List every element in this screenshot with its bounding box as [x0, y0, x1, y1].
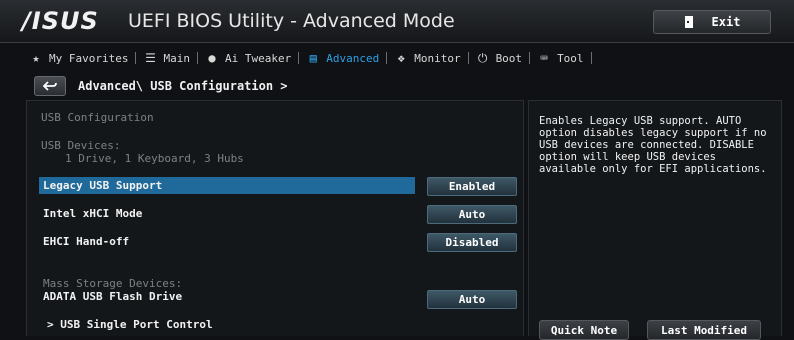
menu-list-icon: ☰ [145, 51, 156, 65]
mass-storage-label: Mass Storage Devices: [43, 277, 183, 290]
exit-button[interactable]: Exit [653, 10, 771, 34]
usb-devices-label: USB Devices: [41, 139, 121, 152]
tab-tool[interactable]: ⌨ Tool [530, 51, 591, 65]
tweaker-icon: ● [208, 51, 216, 65]
adata-flash-drive-value[interactable]: Auto [427, 290, 517, 309]
back-arrow-icon [43, 81, 57, 91]
power-icon: ⏻ [477, 50, 488, 65]
nav-divider [590, 52, 592, 64]
back-button[interactable] [34, 76, 66, 96]
breadcrumb: Advanced\ USB Configuration > [34, 76, 288, 96]
tab-main[interactable]: ☰ Main [136, 51, 197, 65]
exit-icon [684, 16, 693, 28]
exit-label: Exit [711, 15, 741, 29]
usb-devices-value: 1 Drive, 1 Keyboard, 3 Hubs [65, 152, 244, 165]
tab-advanced[interactable]: ▤ Advanced [299, 51, 386, 65]
option-label-adata-flash-drive[interactable]: ADATA USB Flash Drive [43, 290, 182, 303]
help-text: Enables Legacy USB support. AUTO option … [539, 115, 767, 175]
option-label-xhci-mode[interactable]: Intel xHCI Mode [43, 207, 142, 220]
legacy-usb-support-value[interactable]: Enabled [427, 177, 517, 196]
star-icon: ★ [32, 51, 40, 65]
nav-bar: ★ My Favorites ☰ Main ● Ai Tweaker ▤ Adv… [22, 44, 772, 72]
option-label-ehci-hand-off[interactable]: EHCI Hand-off [43, 235, 129, 248]
settings-panel: USB Configuration USB Devices: 1 Drive, … [26, 100, 524, 336]
title-bar: /ISUS UEFI BIOS Utility - Advanced Mode … [0, 0, 794, 43]
tab-boot[interactable]: ⏻ Boot [469, 50, 530, 65]
monitor-icon: ❖ [397, 51, 405, 65]
tab-my-favorites[interactable]: ★ My Favorites [22, 51, 135, 65]
tab-label: My Favorites [49, 51, 129, 65]
tab-label: Boot [495, 51, 523, 65]
ehci-hand-off-value[interactable]: Disabled [427, 233, 517, 252]
tab-label: Tool [557, 51, 584, 65]
usb-single-port-control-submenu[interactable]: > USB Single Port Control [47, 318, 213, 331]
tab-monitor[interactable]: ❖ Monitor [387, 51, 467, 65]
tab-label: Main [163, 51, 190, 65]
option-label-legacy-usb[interactable]: Legacy USB Support [43, 179, 162, 192]
quick-note-button[interactable]: Quick Note [539, 320, 629, 340]
section-title: USB Configuration [41, 111, 154, 124]
window-title: UEFI BIOS Utility - Advanced Mode [128, 10, 455, 32]
tab-label: Ai Tweaker [224, 51, 292, 65]
breadcrumb-path: Advanced\ USB Configuration > [78, 79, 288, 93]
tab-ai-tweaker[interactable]: ● Ai Tweaker [198, 51, 298, 65]
tab-label: Monitor [414, 51, 461, 65]
asus-logo: /ISUS [22, 7, 99, 35]
advanced-icon: ▤ [309, 51, 317, 65]
last-modified-button[interactable]: Last Modified [647, 320, 761, 340]
xhci-mode-value[interactable]: Auto [427, 205, 517, 224]
help-panel: Enables Legacy USB support. AUTO option … [528, 100, 782, 340]
tab-label: Advanced [326, 51, 380, 65]
tool-icon: ⌨ [540, 51, 548, 65]
